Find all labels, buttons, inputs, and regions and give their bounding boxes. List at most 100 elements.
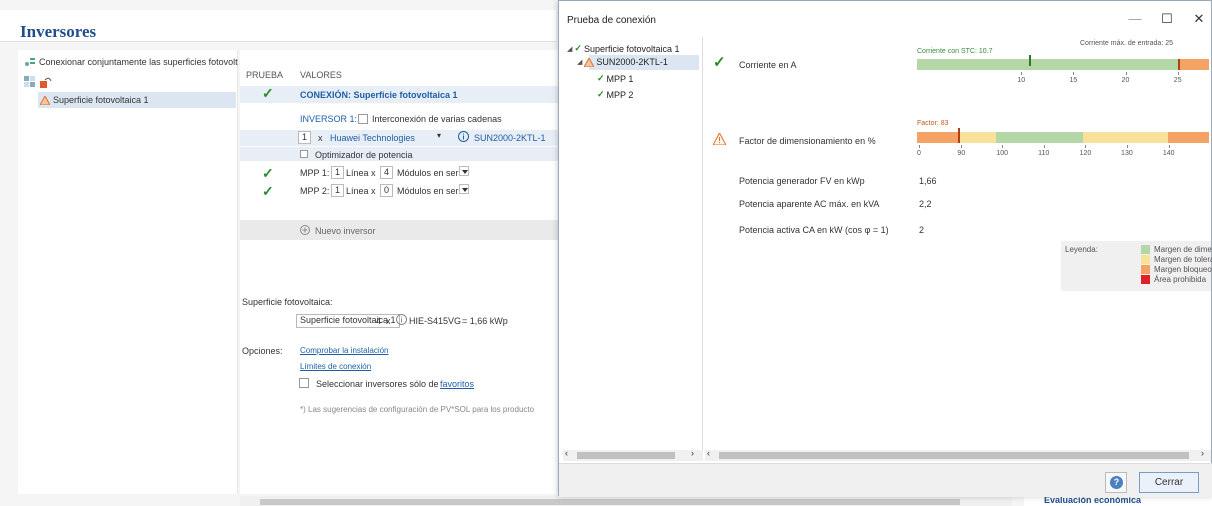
collapse-icon[interactable]: ◢ bbox=[567, 45, 572, 53]
results-horizontal-scrollbar[interactable]: ‹ › bbox=[705, 448, 1211, 461]
optimizer-checkbox[interactable] bbox=[300, 150, 308, 158]
gen-power-value: 1,66 bbox=[919, 176, 937, 186]
close-icon[interactable]: ✕ bbox=[1185, 9, 1212, 29]
current-bar-margin bbox=[917, 59, 1178, 70]
manufacturer-dropdown-arrow-icon[interactable]: ▾ bbox=[437, 131, 441, 140]
current-tick-label: 10 bbox=[1017, 77, 1026, 84]
scroll-right-icon[interactable]: › bbox=[691, 448, 694, 458]
factor-bar-blocked-low bbox=[917, 132, 958, 143]
mpp2-dropdown[interactable] bbox=[459, 184, 469, 194]
check-icon: ✓ bbox=[262, 85, 274, 101]
mpp2-modules-input[interactable]: 0 bbox=[380, 184, 394, 197]
factor-tick bbox=[919, 145, 920, 148]
new-inverter-button[interactable] bbox=[240, 220, 558, 240]
check-icon: ✓ bbox=[574, 43, 582, 53]
legend: Leyenda: Margen de dimens. Margen de tol… bbox=[1061, 241, 1212, 291]
gen-power-label: Potencia generador FV en kWp bbox=[739, 176, 865, 186]
factor-tick-label: 100 bbox=[996, 150, 1009, 157]
page-title: Inversores bbox=[20, 22, 97, 41]
new-inverter-label: Nuevo inversor bbox=[315, 226, 376, 236]
warning-icon bbox=[40, 95, 50, 105]
times-label: x bbox=[386, 316, 391, 326]
legend-item-forbidden: Área prohibida bbox=[1141, 275, 1206, 284]
current-tick bbox=[1021, 72, 1023, 75]
current-bar bbox=[917, 59, 1209, 70]
help-icon: ? bbox=[1110, 476, 1123, 489]
mpp2-lines-input[interactable]: 1 bbox=[331, 184, 345, 197]
check-icon: ✓ bbox=[262, 165, 274, 181]
horizontal-scrollbar[interactable] bbox=[240, 496, 1012, 506]
tree-item-pv-area[interactable]: Superficie fotovoltaica 1 bbox=[38, 92, 236, 108]
times-label: x bbox=[318, 133, 323, 143]
factor-tick-label: 90 bbox=[957, 150, 966, 157]
connect-jointly-label: Conexionar conjuntamente las superficies… bbox=[39, 57, 238, 67]
manufacturer-select[interactable]: Huawei Technologies bbox=[330, 133, 415, 143]
tree-item-inverter[interactable] bbox=[589, 55, 699, 70]
factor-tick bbox=[1043, 145, 1045, 148]
tree-root[interactable]: ◢ ✓ Superficie fotovoltaica 1 bbox=[567, 43, 680, 54]
max-current-label: Corriente máx. de entrada: 25 bbox=[1080, 40, 1173, 47]
minimize-icon[interactable]: — bbox=[1121, 9, 1149, 29]
favorites-checkbox[interactable] bbox=[299, 378, 309, 388]
maximize-icon[interactable]: ☐ bbox=[1153, 9, 1181, 29]
modules-series-label: Módulos en serie bbox=[397, 168, 466, 178]
scroll-right-icon[interactable]: › bbox=[1201, 448, 1204, 458]
tree-item-label: Superficie fotovoltaica 1 bbox=[53, 95, 149, 105]
ac-power-value: 2,2 bbox=[919, 199, 932, 209]
scroll-left-icon[interactable]: ‹ bbox=[565, 448, 568, 458]
connection-limits-link[interactable]: Límites de conexión bbox=[300, 362, 371, 371]
max-current-marker bbox=[1177, 59, 1180, 70]
column-test: PRUEBA bbox=[246, 70, 284, 80]
factor-tick bbox=[1168, 145, 1170, 148]
connection-tree: ◢ ✓ Superficie fotovoltaica 1 bbox=[563, 37, 703, 461]
mpp1-dropdown[interactable] bbox=[459, 166, 469, 176]
legend-item-margin: Margen de dimens. bbox=[1141, 245, 1212, 254]
current-bar-blocked bbox=[1177, 59, 1209, 70]
factor-marker bbox=[958, 128, 961, 143]
help-button[interactable]: ? bbox=[1105, 472, 1127, 493]
connection-test-results: ✓ Corriente en A Corriente con STC: 10.7… bbox=[705, 37, 1212, 461]
check-install-link[interactable]: Comprobar la instalación bbox=[300, 346, 389, 355]
scroll-left-icon[interactable]: ‹ bbox=[707, 448, 710, 458]
multi-string-checkbox[interactable] bbox=[358, 114, 368, 124]
inverter-label: INVERSOR 1: bbox=[300, 114, 358, 124]
info-icon[interactable] bbox=[396, 314, 407, 327]
mpp1-modules-input[interactable]: 4 bbox=[380, 166, 394, 179]
factor-tick bbox=[961, 145, 963, 148]
stc-current-label: Corriente con STC: 10.7 bbox=[917, 48, 993, 55]
mpp1-label: MPP 1: bbox=[300, 168, 330, 178]
tree-horizontal-scrollbar[interactable]: ‹ › bbox=[563, 448, 703, 461]
add-icon bbox=[300, 225, 310, 237]
pv-area-input[interactable]: Superficie fotovoltaica 1 bbox=[296, 314, 400, 328]
inverter-model-link[interactable]: SUN2000-2KTL-1 bbox=[474, 133, 546, 143]
current-tick bbox=[1125, 72, 1127, 75]
check-icon: ✓ bbox=[713, 54, 726, 71]
factor-tick-label: 140 bbox=[1162, 150, 1175, 157]
legend-item-blocked: Margen bloqueo bbox=[1141, 265, 1212, 274]
current-tick-label: 25 bbox=[1173, 77, 1182, 84]
mpp1-lines-input[interactable]: 1 bbox=[331, 166, 345, 179]
select-favs-label: Seleccionar inversores sólo de bbox=[316, 379, 439, 389]
factor-tick bbox=[1126, 145, 1128, 148]
factor-tick-label: 0 bbox=[917, 150, 921, 157]
connect-icon bbox=[25, 58, 35, 66]
current-tick bbox=[1177, 72, 1179, 75]
warning-icon bbox=[712, 131, 727, 148]
grid-tool-icon[interactable] bbox=[24, 76, 36, 88]
factor-tick-label: 130 bbox=[1121, 150, 1133, 157]
factor-label: Factor de dimensionamiento en % bbox=[739, 136, 876, 146]
active-power-label: Potencia activa CA en kW (cos φ = 1) bbox=[739, 225, 889, 235]
inverter-count-input[interactable]: 1 bbox=[298, 131, 312, 144]
factor-value-label: Factor: 83 bbox=[917, 120, 949, 127]
tree-root-label: Superficie fotovoltaica 1 bbox=[583, 43, 680, 54]
close-button[interactable]: Cerrar bbox=[1139, 472, 1199, 493]
pv-count: 4 bbox=[376, 316, 382, 326]
ac-power-label: Potencia aparente AC máx. en kVA bbox=[739, 199, 880, 209]
stc-current-marker bbox=[1028, 55, 1031, 66]
assign-tool-icon[interactable] bbox=[40, 76, 52, 88]
info-icon[interactable] bbox=[458, 131, 469, 144]
optimizer-label: Optimizador de potencia bbox=[315, 150, 413, 160]
factor-tick-label: 110 bbox=[1038, 150, 1050, 157]
connect-jointly-option[interactable]: Conexionar conjuntamente las superficies… bbox=[24, 57, 238, 67]
favorites-link[interactable]: favoritos bbox=[440, 379, 474, 389]
